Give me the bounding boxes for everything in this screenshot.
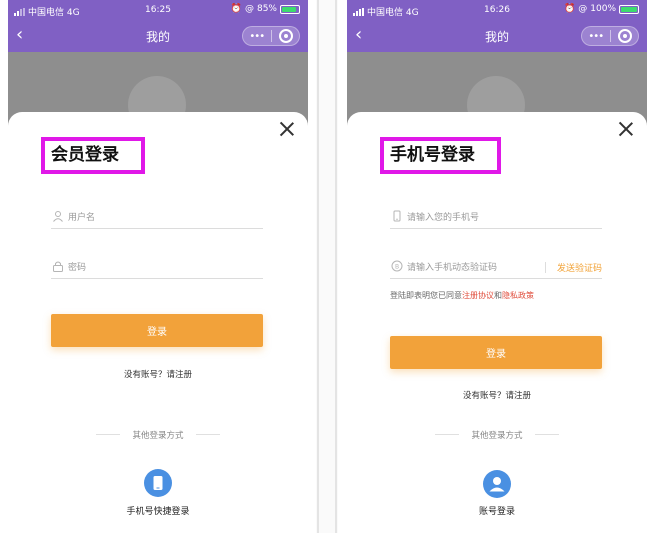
mini-program-capsule: ••• <box>242 26 300 46</box>
app-header: 中国电信 4G 16:26 ⏰ @ 100% ‹ 我的 ••• <box>347 0 647 52</box>
register-link[interactable]: 没有账号？请注册 <box>347 389 647 401</box>
privacy-link[interactable]: 隐私政策 <box>502 291 534 300</box>
exit-mini-program-icon[interactable] <box>611 27 639 45</box>
alarm-icon: ⏰ <box>230 4 242 14</box>
phone-number-input[interactable] <box>407 210 547 226</box>
lock-rotation-icon: @ <box>244 4 254 14</box>
close-icon[interactable] <box>278 120 296 138</box>
screenshot-divider <box>316 0 338 533</box>
password-field <box>51 259 263 279</box>
terms-link[interactable]: 注册协议 <box>462 291 494 300</box>
send-code-button[interactable]: 发送验证码 <box>557 261 602 274</box>
login-title: 会员登录 <box>41 137 145 174</box>
agreement-text: 登陆即表明您已同意注册协议和隐私政策 <box>390 291 534 300</box>
login-sheet: 手机号登录 B 发送验证码 登陆即表明您已同意注册协议和隐私政策 登录 没有账号… <box>347 112 647 533</box>
account-login-icon[interactable] <box>483 470 511 498</box>
password-input[interactable] <box>68 260 208 276</box>
login-sheet: 会员登录 登录 没有账号？请注册 其他登录方式 手机号快捷登录 <box>8 112 308 533</box>
login-title: 手机号登录 <box>380 137 501 174</box>
phone-number-field <box>390 209 602 229</box>
other-login-title: 其他登录方式 <box>471 431 523 441</box>
navbar: ‹ 我的 ••• <box>8 20 308 52</box>
sms-code-input[interactable] <box>407 260 527 276</box>
close-icon[interactable] <box>617 120 635 138</box>
login-button[interactable]: 登录 <box>390 336 602 369</box>
phone-login-label[interactable]: 手机号快捷登录 <box>8 504 308 517</box>
more-icon[interactable]: ••• <box>582 31 610 42</box>
more-icon[interactable]: ••• <box>243 31 271 42</box>
account-login-label[interactable]: 账号登录 <box>347 504 647 517</box>
alarm-icon: ⏰ <box>564 4 576 14</box>
screen-phone-login: 中国电信 4G 16:26 ⏰ @ 100% ‹ 我的 ••• 手机号登录 请输… <box>347 0 647 533</box>
battery-percent: 85% <box>256 4 277 14</box>
user-icon <box>51 210 65 224</box>
lock-icon <box>51 260 65 274</box>
login-button[interactable]: 登录 <box>51 314 263 347</box>
sms-code-field: B 发送验证码 <box>390 259 602 279</box>
lock-rotation-icon: @ <box>578 4 588 14</box>
register-link[interactable]: 没有账号？请注册 <box>8 368 308 380</box>
navbar: ‹ 我的 ••• <box>347 20 647 52</box>
username-input[interactable] <box>68 210 208 226</box>
phone-icon <box>390 210 404 224</box>
status-bar: 中国电信 4G 16:25 ⏰ @ 85% <box>8 0 308 20</box>
exit-mini-program-icon[interactable] <box>272 27 300 45</box>
other-login-title: 其他登录方式 <box>132 431 184 441</box>
screen-member-login: 中国电信 4G 16:25 ⏰ @ 85% ‹ 我的 ••• 会员登录 用户名 … <box>8 0 308 533</box>
app-header: 中国电信 4G 16:25 ⏰ @ 85% ‹ 我的 ••• <box>8 0 308 52</box>
mini-program-capsule: ••• <box>581 26 639 46</box>
battery-icon <box>280 4 300 14</box>
shield-icon: B <box>390 260 404 274</box>
status-bar: 中国电信 4G 16:26 ⏰ @ 100% <box>347 0 647 20</box>
username-field <box>51 209 263 229</box>
battery-percent: 100% <box>590 4 616 14</box>
battery-icon <box>619 4 639 14</box>
svg-text:B: B <box>395 263 399 270</box>
phone-login-icon[interactable] <box>144 469 172 497</box>
